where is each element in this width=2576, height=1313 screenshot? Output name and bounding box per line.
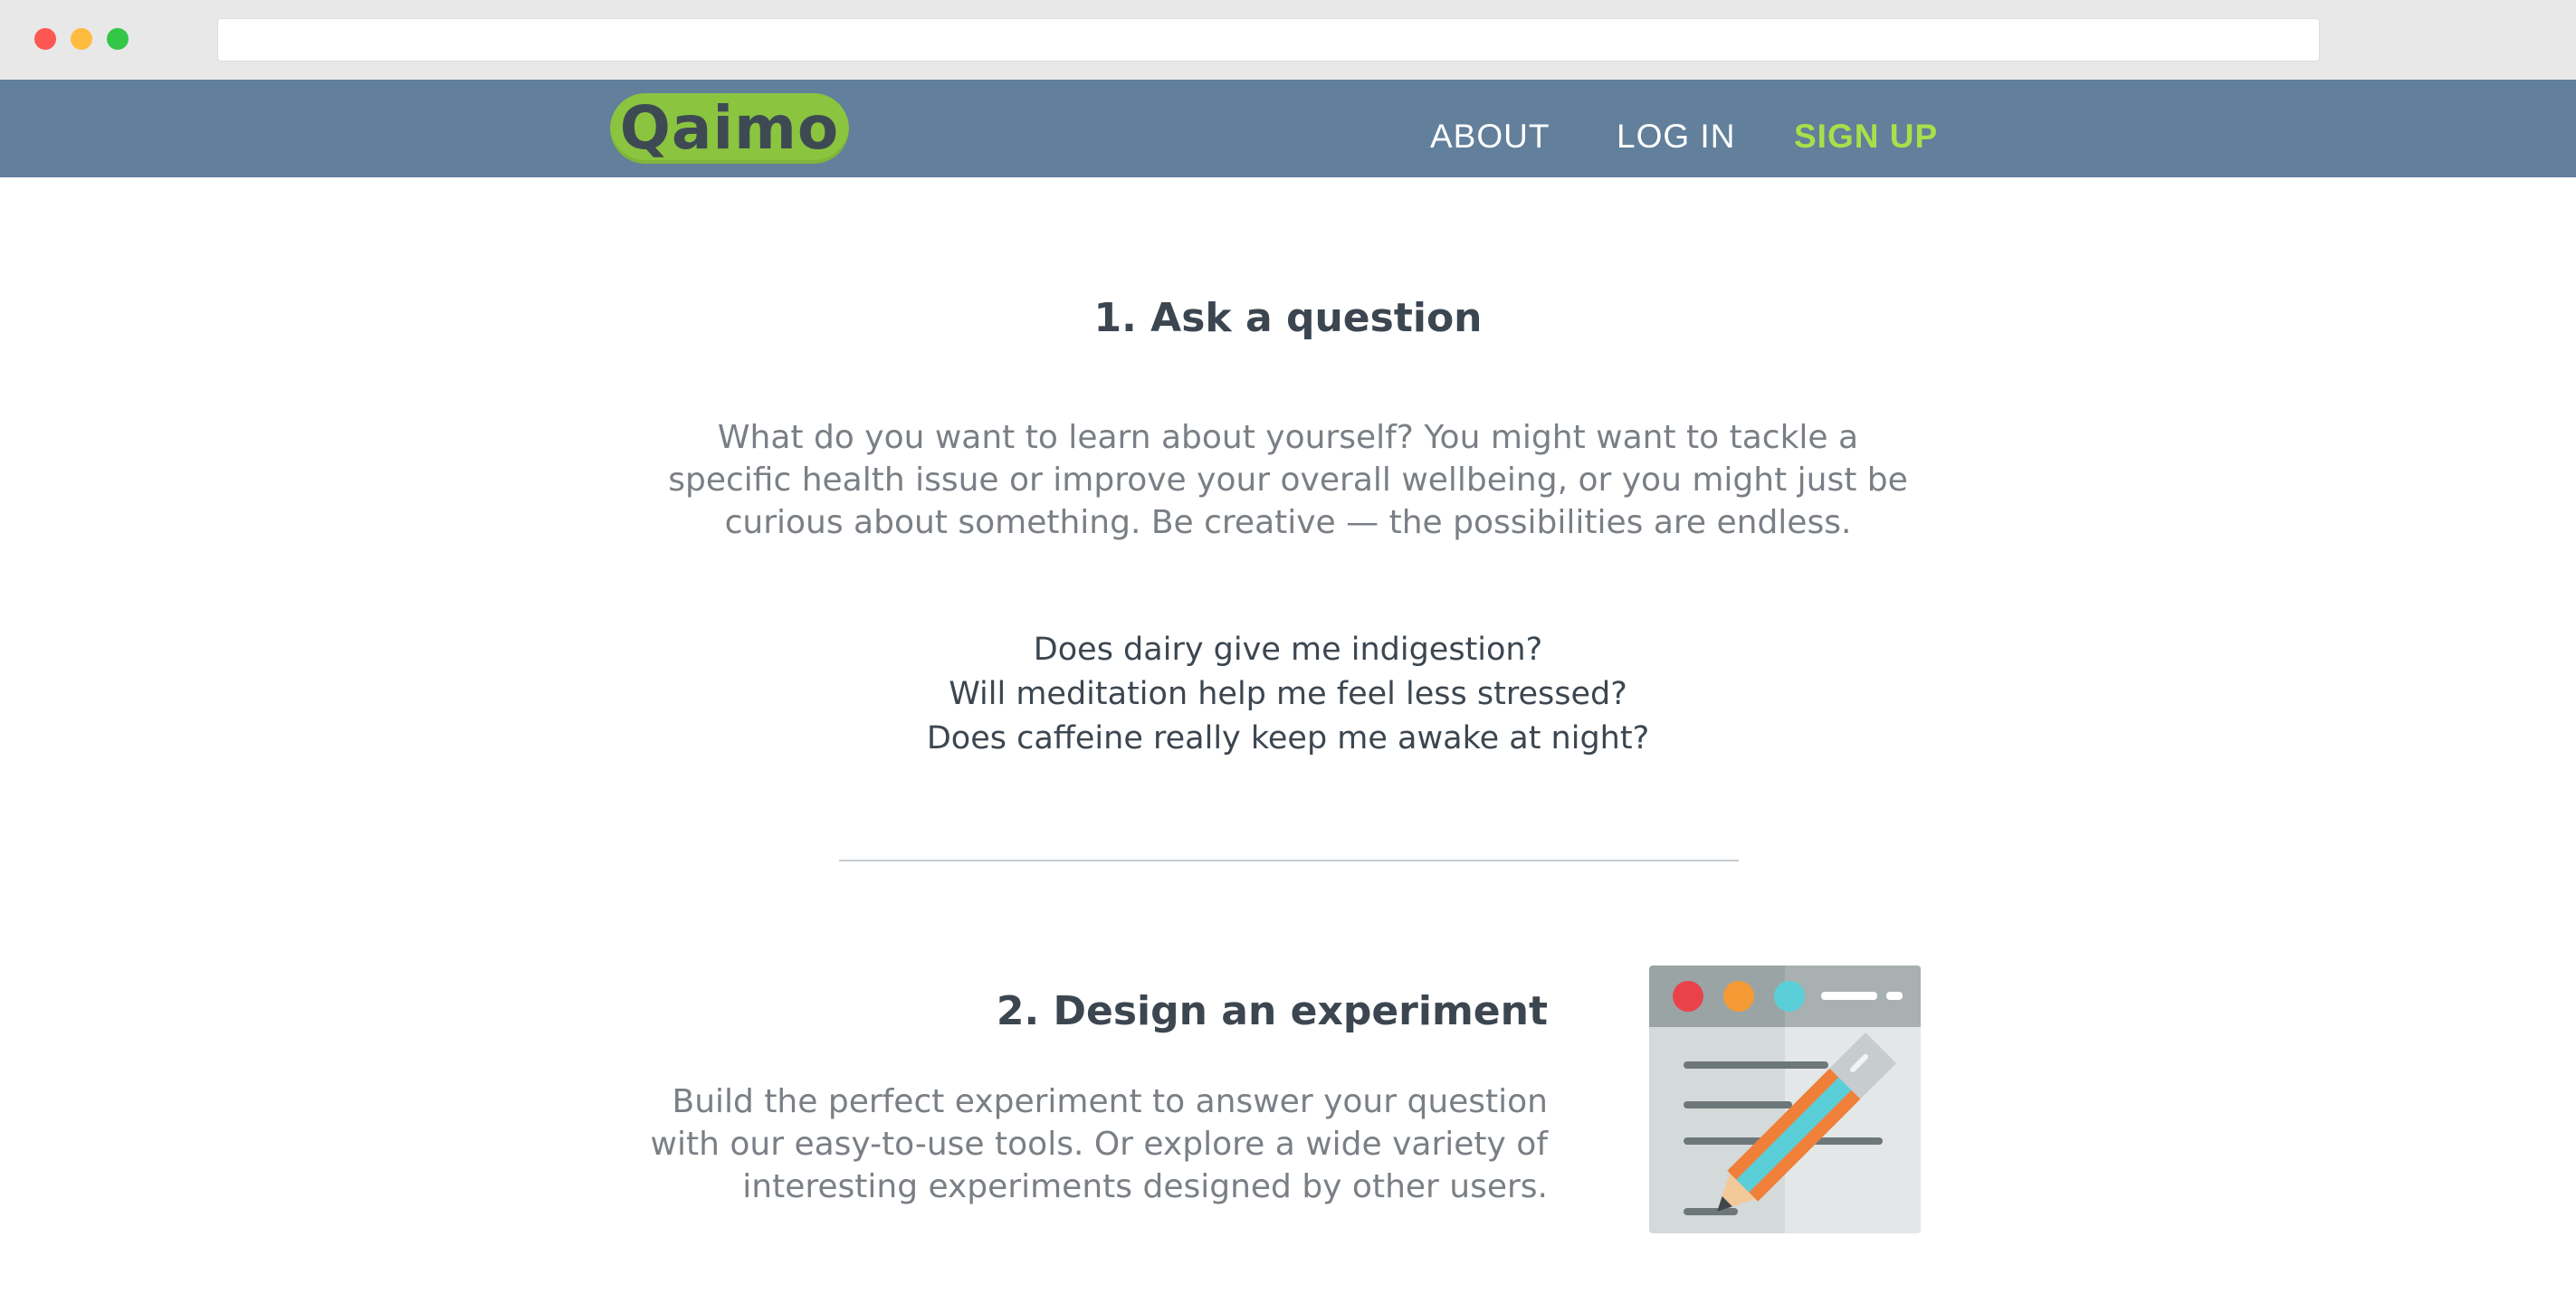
nav-signup-link[interactable]: SIGN UP (1794, 118, 1938, 156)
step1-description: What do you want to learn about yourself… (668, 419, 1908, 541)
logo[interactable]: Qaimo (610, 93, 849, 164)
nav-about-link[interactable]: ABOUT (1430, 118, 1550, 156)
example-question: Will meditation help me feel less stress… (949, 676, 1627, 712)
step1-title: 1. Ask a question (1093, 295, 1483, 341)
step2-title: 2. Design an experiment (996, 988, 1548, 1034)
pencil-document-icon (1649, 966, 1921, 1233)
address-bar[interactable] (217, 18, 2320, 62)
maximize-window-button[interactable] (107, 28, 129, 50)
close-window-button[interactable] (34, 28, 56, 50)
example-question: Does caffeine really keep me awake at ni… (926, 720, 1650, 756)
nav-login-link[interactable]: LOG IN (1617, 118, 1735, 156)
logo-text: Qaimo (619, 93, 840, 163)
example-question: Does dairy give me indigestion? (1033, 632, 1543, 668)
browser-chrome (0, 0, 2576, 80)
step1-examples: Does dairy give me indigestion? Will med… (0, 628, 2576, 761)
main-content: 1. Ask a question What do you want to le… (0, 177, 2576, 1313)
minimize-window-button[interactable] (71, 28, 92, 50)
section-divider (839, 860, 1739, 861)
site-navbar: Qaimo (0, 80, 2576, 177)
step2-description: Build the perfect experiment to answer y… (650, 1083, 1548, 1205)
